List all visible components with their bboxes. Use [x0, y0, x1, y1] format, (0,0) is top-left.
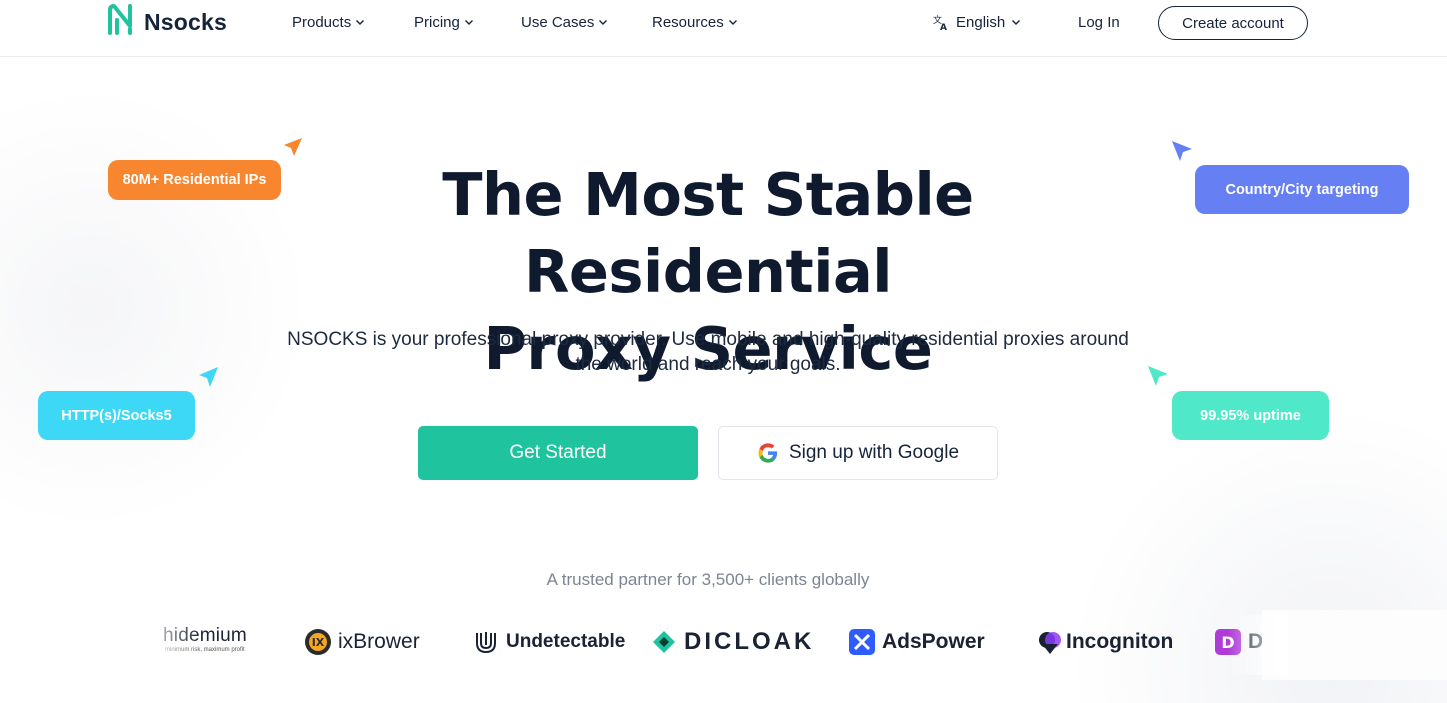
- nav-resources[interactable]: Resources: [652, 12, 738, 32]
- nav-resources-label: Resources: [652, 13, 724, 31]
- chevron-down-icon: [728, 17, 738, 27]
- incogniton-icon: [1036, 628, 1064, 656]
- partner-logo-dicloak: DICLOAK: [650, 624, 814, 660]
- partner-logo-ixbrower: IX ixBrower: [304, 624, 420, 660]
- language-label: English: [956, 13, 1006, 31]
- chevron-down-icon: [464, 17, 474, 27]
- partner-adspower-name: AdsPower: [882, 630, 985, 653]
- arrow-cursor-icon: [196, 365, 220, 389]
- svg-text:A: A: [940, 23, 947, 31]
- top-navbar: Nsocks Products Pricing Use Cases Resour…: [0, 0, 1447, 57]
- ixbrower-icon: IX: [304, 628, 332, 656]
- get-started-button[interactable]: Get Started: [418, 426, 698, 480]
- google-signup-button[interactable]: Sign up with Google: [718, 426, 998, 480]
- create-account-button[interactable]: Create account: [1158, 6, 1308, 40]
- dicloak-icon: [650, 628, 678, 656]
- badge-http-socks5: HTTP(s)/Socks5: [38, 391, 195, 440]
- arrow-cursor-icon: [1170, 139, 1194, 163]
- brand-name: Nsocks: [144, 8, 228, 35]
- partner-undetectable-name: Undetectable: [506, 631, 626, 652]
- partner-incogniton-name: Incogniton: [1066, 630, 1174, 653]
- brand-logo[interactable]: Nsocks: [108, 4, 228, 40]
- partner-dicloak-name: DICLOAK: [684, 628, 815, 655]
- arrow-cursor-icon: [1146, 364, 1170, 388]
- badge-country-city-targeting: Country/City targeting: [1195, 165, 1409, 214]
- badge-uptime: 99.95% uptime: [1172, 391, 1329, 440]
- login-link[interactable]: Log In: [1078, 14, 1120, 31]
- google-signup-label: Sign up with Google: [788, 442, 960, 463]
- hero-title-line-1: The Most Stable Residential: [442, 160, 974, 306]
- nav-products-label: Products: [292, 13, 352, 31]
- badge-residential-ips: 80M+ Residential IPs: [108, 160, 281, 200]
- partner-logo-adspower: AdsPower: [848, 624, 985, 660]
- nav-products[interactable]: Products: [292, 12, 365, 32]
- hero-subtitle-line-2: the world and reach your goals.: [575, 354, 841, 375]
- translate-icon: 文 A: [932, 13, 950, 31]
- hero-subtitle-line-1: NSOCKS is your professional proxy provid…: [287, 329, 1129, 350]
- chevron-down-icon: [355, 17, 365, 27]
- nav-pricing-label: Pricing: [414, 13, 460, 31]
- partner-strip-fade-right: [1228, 615, 1288, 675]
- language-selector[interactable]: 文 A English: [932, 13, 1021, 31]
- svg-text:IX: IX: [312, 636, 325, 649]
- nav-use-cases[interactable]: Use Cases: [521, 12, 608, 32]
- nsocks-logo-icon: [108, 4, 136, 40]
- arrow-cursor-icon: [280, 136, 304, 160]
- trusted-partners-text: A trusted partner for 3,500+ clients glo…: [546, 570, 870, 589]
- adspower-icon: [848, 628, 876, 656]
- partner-strip-fade-left: [140, 615, 200, 675]
- chevron-down-icon: [598, 17, 608, 27]
- partner-logo-undetectable: Undetectable: [472, 624, 625, 660]
- nav-pricing[interactable]: Pricing: [414, 12, 474, 32]
- hero-subtitle: NSOCKS is your professional proxy provid…: [258, 327, 1158, 377]
- chevron-down-icon: [1011, 17, 1021, 27]
- partner-strip-mask: [1262, 610, 1447, 680]
- partner-logo-incogniton: Incogniton: [1036, 624, 1173, 660]
- partner-ixbrower-name: ixBrower: [338, 630, 420, 653]
- undetectable-icon: [472, 628, 500, 656]
- nav-use-cases-label: Use Cases: [521, 13, 595, 31]
- google-icon: [757, 442, 779, 464]
